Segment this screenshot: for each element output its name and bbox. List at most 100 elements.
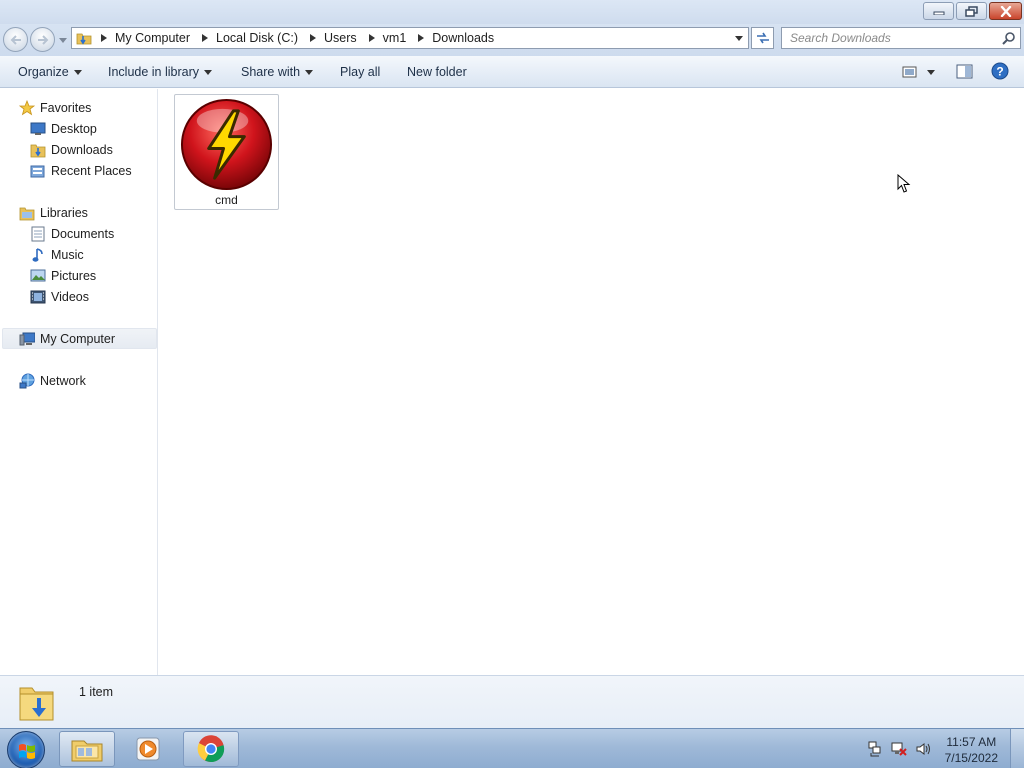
item-count: 1 item	[79, 685, 114, 699]
back-button[interactable]	[3, 27, 28, 52]
chevron-down-icon	[305, 69, 314, 75]
music-note-icon	[30, 247, 46, 263]
search-box[interactable]: Search Downloads	[781, 27, 1021, 49]
back-arrow-icon	[10, 34, 21, 45]
windows-explorer-icon	[71, 740, 103, 762]
breadcrumb-separator-icon[interactable]	[99, 33, 109, 43]
help-icon: ?	[991, 62, 1009, 80]
chevron-down-icon	[927, 69, 935, 75]
breadcrumb-local-disk[interactable]: Local Disk (C:)	[213, 31, 301, 45]
nav-music[interactable]: Music	[30, 245, 84, 264]
forward-button[interactable]	[30, 27, 55, 52]
breadcrumb-users[interactable]: Users	[321, 31, 360, 45]
breadcrumb-separator-icon[interactable]	[416, 33, 426, 43]
new-folder-button[interactable]: New folder	[407, 65, 467, 79]
windows-logo-icon	[19, 744, 35, 759]
share-with-button[interactable]: Share with	[241, 65, 314, 79]
address-history-dropdown[interactable]	[730, 28, 748, 48]
preview-pane-icon	[956, 64, 973, 79]
caption-buttons	[923, 2, 1022, 20]
taskbar: 11:57 AM 7/15/2022	[0, 728, 1024, 768]
desktop-icon	[30, 121, 46, 137]
file-list-area[interactable]: cmd	[159, 89, 1024, 675]
nav-recent-places[interactable]: Recent Places	[30, 161, 132, 180]
minimize-button[interactable]	[923, 2, 954, 20]
include-in-library-label: Include in library	[108, 65, 200, 79]
preview-pane-button[interactable]	[956, 63, 974, 81]
search-icon[interactable]	[1002, 31, 1016, 48]
show-desktop-button[interactable]	[1010, 729, 1024, 768]
taskbar-chrome-button[interactable]	[183, 731, 239, 767]
breadcrumb-separator-icon[interactable]	[200, 33, 210, 43]
svg-text:?: ?	[996, 65, 1003, 79]
nav-downloads[interactable]: Downloads	[30, 140, 113, 159]
clock-date: 7/15/2022	[944, 751, 998, 765]
address-row: My Computer Local Disk (C:) Users vm1 Do…	[0, 24, 1024, 56]
close-button[interactable]	[989, 2, 1022, 20]
system-clock[interactable]: 11:57 AM 7/15/2022	[945, 734, 998, 766]
breadcrumb-my-computer[interactable]: My Computer	[112, 31, 193, 45]
chevron-down-icon	[73, 69, 82, 75]
star-icon	[19, 99, 35, 116]
breadcrumb-vm1[interactable]: vm1	[380, 31, 410, 45]
chrome-icon	[197, 735, 225, 763]
refresh-button[interactable]	[751, 27, 774, 49]
organize-label: Organize	[18, 65, 69, 79]
command-bar: Organize Include in library Share with P…	[0, 56, 1024, 88]
action-center-icon[interactable]	[866, 741, 884, 757]
breadcrumb-downloads[interactable]: Downloads	[429, 31, 497, 45]
nav-desktop[interactable]: Desktop	[30, 119, 97, 138]
breadcrumb-separator-icon[interactable]	[367, 33, 377, 43]
nav-my-computer[interactable]: My Computer	[2, 328, 157, 349]
chevron-down-icon	[59, 37, 67, 43]
nav-documents[interactable]: Documents	[30, 224, 114, 243]
play-all-button[interactable]: Play all	[340, 65, 380, 79]
start-button[interactable]	[7, 731, 45, 768]
taskbar-explorer-button[interactable]	[59, 731, 115, 767]
view-options-dropdown[interactable]	[927, 63, 935, 81]
chevron-down-icon	[735, 35, 743, 41]
taskbar-media-player-button[interactable]	[120, 731, 176, 767]
share-with-label: Share with	[241, 65, 301, 79]
volume-icon[interactable]	[914, 741, 932, 757]
nav-libraries[interactable]: Libraries	[19, 203, 88, 222]
pictures-icon	[30, 268, 46, 284]
search-placeholder: Search Downloads	[790, 31, 891, 45]
help-button[interactable]: ?	[991, 62, 1009, 80]
mouse-cursor-icon	[897, 174, 911, 193]
nav-favorites[interactable]: Favorites	[19, 98, 91, 117]
address-bar[interactable]: My Computer Local Disk (C:) Users vm1 Do…	[71, 27, 749, 49]
breadcrumb-separator-icon[interactable]	[308, 33, 318, 43]
file-item-cmd[interactable]: cmd	[174, 94, 279, 210]
computer-icon	[19, 331, 35, 347]
play-all-label: Play all	[340, 65, 381, 79]
nav-pictures[interactable]: Pictures	[30, 266, 96, 285]
network-status-icon[interactable]	[890, 741, 908, 757]
organize-button[interactable]: Organize	[18, 65, 82, 79]
close-icon	[1000, 5, 1011, 17]
nav-network[interactable]: Network	[19, 371, 86, 390]
change-view-button[interactable]	[902, 63, 918, 81]
network-icon	[19, 373, 35, 389]
forward-arrow-icon	[37, 34, 48, 45]
include-in-library-button[interactable]: Include in library	[108, 65, 213, 79]
nav-videos[interactable]: Videos	[30, 287, 89, 306]
restore-icon	[965, 5, 978, 17]
documents-icon	[30, 226, 46, 242]
title-bar	[0, 0, 1024, 24]
details-pane: 1 item	[0, 675, 1024, 728]
lightning-bolt-icon	[180, 98, 273, 191]
libraries-icon	[19, 205, 35, 221]
refresh-icon	[756, 32, 769, 44]
recent-pages-button[interactable]	[58, 34, 68, 46]
recent-places-icon	[30, 163, 46, 179]
folder-icon	[76, 30, 92, 46]
media-player-icon	[136, 737, 160, 761]
clock-time: 11:57 AM	[946, 735, 997, 749]
minimize-icon	[933, 11, 944, 15]
videos-icon	[30, 289, 46, 305]
file-item-label: cmd	[215, 193, 238, 207]
new-folder-label: New folder	[407, 65, 467, 79]
view-icon	[902, 66, 917, 78]
restore-button[interactable]	[956, 2, 987, 20]
